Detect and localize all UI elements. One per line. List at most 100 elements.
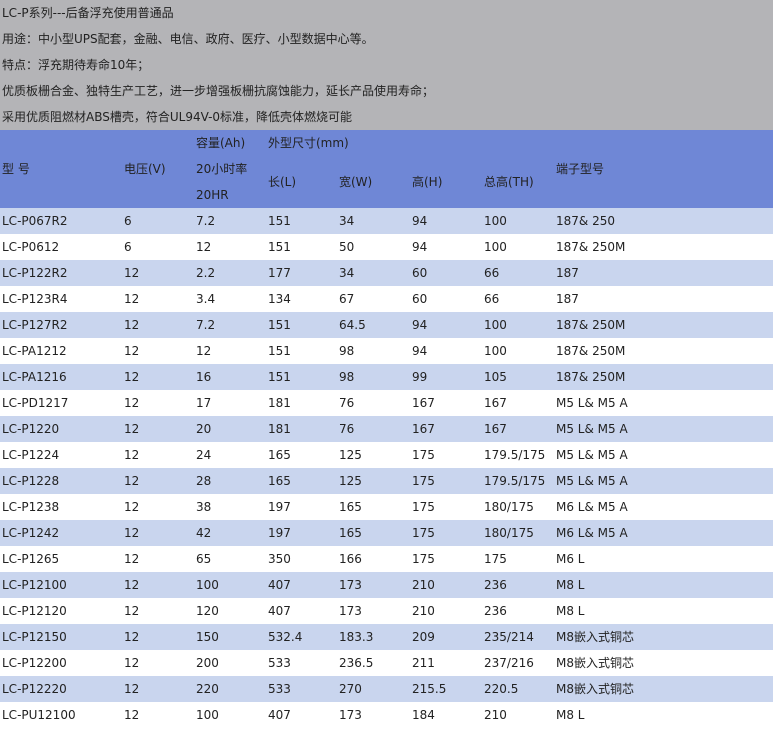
cell-terminal: M8 L: [556, 708, 585, 722]
cell-model: LC-PD1217: [2, 396, 69, 410]
table-row: LC-P1228 12 28 165 125 175 179.5/175 M5 L& M5 A: [0, 468, 773, 494]
cell-length: 165: [268, 474, 291, 488]
cell-height: 175: [412, 500, 435, 514]
cell-width: 173: [339, 708, 362, 722]
cell-voltage: 12: [124, 552, 140, 566]
header-capacity: 容量(Ah): [196, 136, 246, 150]
spec-table-body: LC-P067R2 6 7.2 151 34 94 100 187& 250 LC-P0612 6…: [0, 208, 773, 728]
cell-total-height: 179.5/175: [484, 448, 546, 462]
cell-terminal: M8 L: [556, 604, 585, 618]
table-row: LC-P1220 12 20 181 76 167 167 M5 L& M5 A: [0, 416, 773, 442]
cell-voltage: 12: [124, 500, 140, 514]
cell-voltage: 12: [124, 396, 140, 410]
cell-length: 151: [268, 370, 291, 384]
cell-height: 175: [412, 474, 435, 488]
cell-length: 134: [268, 292, 291, 306]
cell-voltage: 12: [124, 630, 140, 644]
cell-total-height: 237/216: [484, 656, 534, 670]
cell-height: 167: [412, 422, 435, 436]
cell-model: LC-PA1216: [2, 370, 67, 384]
header-width: 宽(W): [339, 175, 373, 189]
cell-height: 215.5: [412, 682, 447, 696]
cell-width: 50: [339, 240, 355, 254]
cell-length: 181: [268, 422, 291, 436]
table-row: LC-PA1216 12 16 151 98 99 105 187& 250M: [0, 364, 773, 390]
cell-voltage: 12: [124, 266, 140, 280]
table-row: LC-PA1212 12 12 151 98 94 100 187& 250M: [0, 338, 773, 364]
cell-capacity: 12: [196, 240, 212, 254]
cell-total-height: 220.5: [484, 682, 519, 696]
cell-terminal: 187& 250M: [556, 344, 626, 358]
table-row: LC-P12150 12 150 532.4 183.3 209 235/214 M8嵌入式铜…: [0, 624, 773, 650]
cell-height: 94: [412, 318, 428, 332]
cell-capacity: 220: [196, 682, 219, 696]
cell-voltage: 12: [124, 526, 140, 540]
cell-terminal: M8嵌入式铜芯: [556, 630, 634, 644]
cell-height: 184: [412, 708, 435, 722]
cell-model: LC-P123R4: [2, 292, 68, 306]
cell-total-height: 66: [484, 292, 500, 306]
table-row: LC-P127R2 12 7.2 151 64.5 94 100 187& 250M: [0, 312, 773, 338]
cell-total-height: 167: [484, 396, 507, 410]
cell-width: 76: [339, 396, 355, 410]
cell-terminal: M5 L& M5 A: [556, 448, 628, 462]
table-row: LC-P12120 12 120 407 173 210 236 M8 L: [0, 598, 773, 624]
cell-model: LC-P12120: [2, 604, 67, 618]
cell-capacity: 150: [196, 630, 219, 644]
cell-model: LC-P067R2: [2, 214, 68, 228]
cell-capacity: 28: [196, 474, 212, 488]
material-line: 采用优质阻燃材ABS槽壳，符合UL94V-0标准，降低壳体燃烧可能: [2, 110, 353, 124]
cell-capacity: 65: [196, 552, 212, 566]
cell-capacity: 100: [196, 578, 219, 592]
cell-model: LC-P12150: [2, 630, 67, 644]
cell-terminal: M8嵌入式铜芯: [556, 682, 634, 696]
cell-length: 533: [268, 682, 291, 696]
cell-voltage: 6: [124, 214, 132, 228]
cell-voltage: 12: [124, 318, 140, 332]
table-row: LC-P0612 6 12 151 50 94 100 187& 250M: [0, 234, 773, 260]
cell-model: LC-P1228: [2, 474, 60, 488]
cell-terminal: M5 L& M5 A: [556, 422, 628, 436]
header-model: 型 号: [2, 162, 30, 176]
table-row: LC-PU12100 12 100 407 173 184 210 M8 L: [0, 702, 773, 728]
table-row: LC-P122R2 12 2.2 177 34 60 66 187: [0, 260, 773, 286]
cell-capacity: 7.2: [196, 318, 216, 332]
cell-width: 98: [339, 344, 355, 358]
cell-height: 60: [412, 292, 428, 306]
cell-voltage: 12: [124, 448, 140, 462]
cell-voltage: 12: [124, 682, 140, 696]
cell-capacity: 3.4: [196, 292, 216, 306]
cell-model: LC-P1224: [2, 448, 60, 462]
cell-height: 94: [412, 344, 428, 358]
cell-length: 197: [268, 500, 291, 514]
cell-length: 533: [268, 656, 291, 670]
cell-total-height: 210: [484, 708, 507, 722]
table-row: LC-P12220 12 220 533 270 215.5 220.5 M8嵌入式铜芯: [0, 676, 773, 702]
cell-length: 151: [268, 344, 291, 358]
alloy-line: 优质板栅合金、独特生产工艺，进一步增强板栅抗腐蚀能力，延长产品使用寿命；: [2, 84, 435, 98]
cell-total-height: 175: [484, 552, 507, 566]
cell-width: 270: [339, 682, 362, 696]
cell-terminal: M5 L& M5 A: [556, 474, 628, 488]
cell-length: 350: [268, 552, 291, 566]
cell-width: 64.5: [339, 318, 366, 332]
cell-length: 532.4: [268, 630, 303, 644]
cell-capacity: 200: [196, 656, 219, 670]
cell-terminal: M8 L: [556, 578, 585, 592]
cell-total-height: 100: [484, 214, 507, 228]
cell-width: 165: [339, 500, 362, 514]
cell-terminal: 187& 250M: [556, 318, 626, 332]
cell-voltage: 12: [124, 422, 140, 436]
table-row: LC-P1224 12 24 165 125 175 179.5/175 M5 L& M5 A: [0, 442, 773, 468]
table-row: LC-P1265 12 65 350 166 175 175 M6 L: [0, 546, 773, 572]
table-row: LC-P12100 12 100 407 173 210 236 M8 L: [0, 572, 773, 598]
cell-model: LC-PU12100: [2, 708, 76, 722]
cell-width: 76: [339, 422, 355, 436]
product-intro: LC-P系列---后备浮充使用普通品 用途：中小型UPS配套，金融、电信、政府、…: [0, 0, 773, 130]
cell-terminal: 187: [556, 266, 579, 280]
header-total-height: 总高(TH): [484, 175, 534, 189]
table-row: LC-PD1217 12 17 181 76 167 167 M5 L& M5 A: [0, 390, 773, 416]
cell-width: 173: [339, 604, 362, 618]
cell-width: 125: [339, 448, 362, 462]
cell-height: 94: [412, 214, 428, 228]
